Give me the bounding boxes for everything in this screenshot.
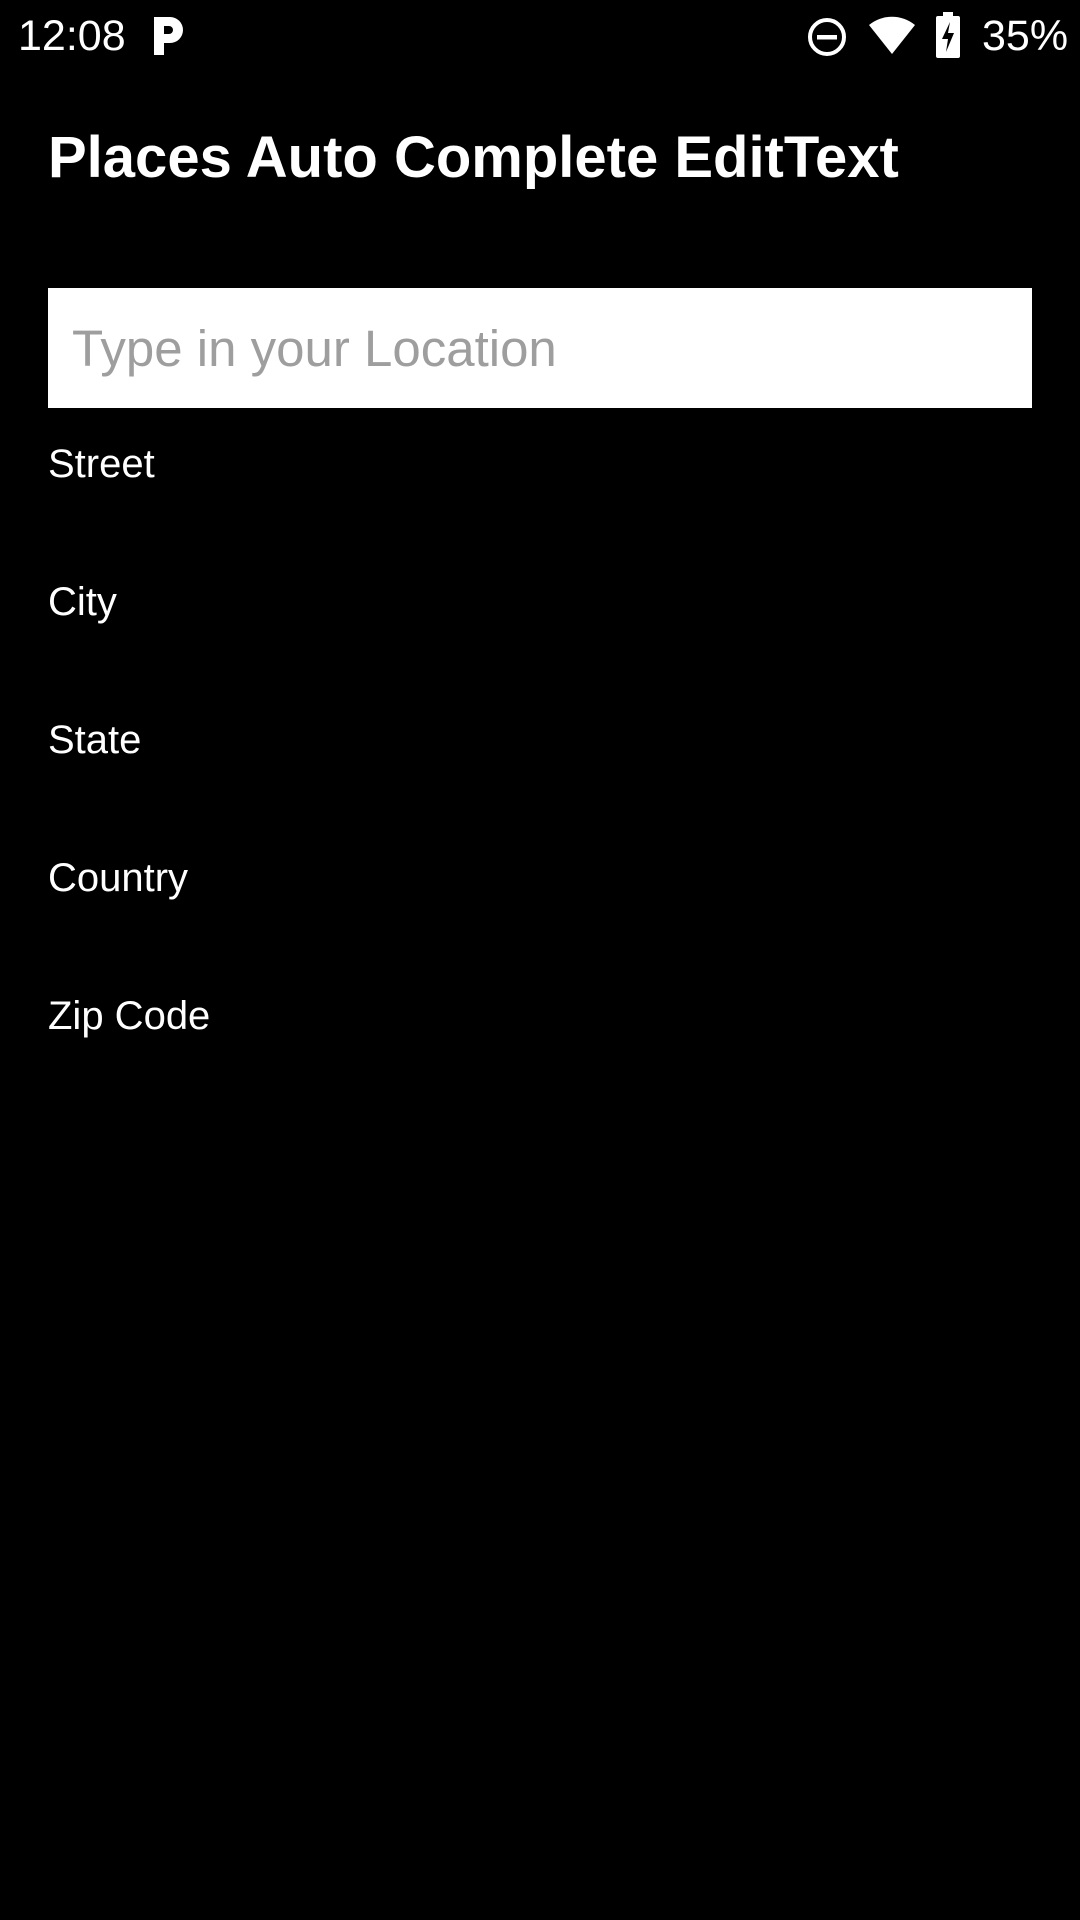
page-title: Places Auto Complete EditText: [48, 125, 899, 190]
do-not-disturb-icon: [806, 16, 848, 58]
city-field[interactable]: City: [48, 578, 117, 626]
wifi-icon: [868, 16, 916, 56]
street-field[interactable]: Street: [48, 440, 155, 488]
battery-charging-icon: [936, 12, 960, 58]
location-search-input[interactable]: [48, 288, 1032, 408]
status-time: 12:08: [18, 12, 126, 60]
battery-percent: 35%: [982, 12, 1069, 60]
country-field[interactable]: Country: [48, 854, 188, 902]
status-bar: 12:08 35%: [0, 0, 1080, 74]
parking-app-icon: [150, 15, 186, 57]
state-field[interactable]: State: [48, 716, 141, 764]
zip-code-field[interactable]: Zip Code: [48, 992, 210, 1040]
